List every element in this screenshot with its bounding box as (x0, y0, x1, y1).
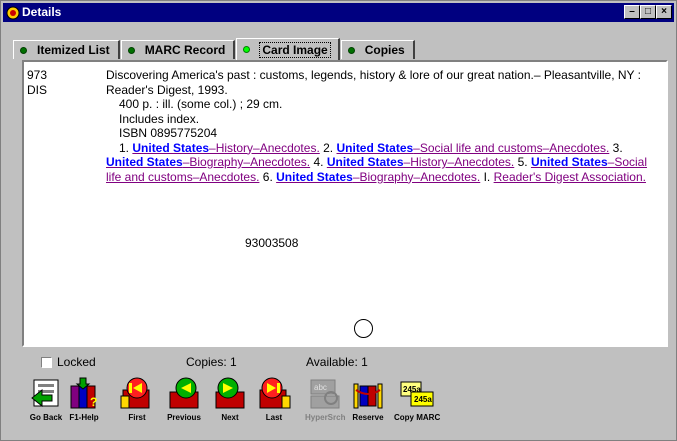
svg-text:245a: 245a (414, 395, 432, 404)
call-number-cutter: DIS (27, 82, 48, 97)
toolbar-label: Next (221, 413, 239, 422)
help-button[interactable]: ? F1-Help (66, 376, 102, 422)
toolbar-label: First (128, 413, 146, 422)
tab-card-image[interactable]: Card Image (236, 38, 340, 60)
subject-link[interactable]: United States–Biography–Anecdotes. (106, 155, 310, 169)
app-icon (6, 6, 20, 19)
last-button[interactable]: Last (256, 376, 292, 422)
tracing-number: I. (483, 169, 491, 184)
go-back-icon (31, 379, 59, 408)
svg-text:abc: abc (314, 383, 327, 392)
tracing-number: 5. (517, 155, 528, 169)
tracings: 1. United States–History–Anecdotes. 2. U… (106, 141, 661, 185)
lccn: 93003508 (245, 236, 299, 250)
reserve-button[interactable]: Reserve (350, 376, 386, 422)
locked-label: Locked (57, 355, 96, 369)
help-books-icon: ? (70, 377, 97, 409)
window-controls: – □ × (624, 5, 672, 19)
reserve-icon (353, 383, 383, 409)
card-body: Discovering America's past : customs, le… (106, 68, 661, 184)
go-back-button[interactable]: Go Back (28, 376, 64, 422)
close-icon[interactable]: × (656, 5, 672, 19)
toolbar-label: F1-Help (69, 413, 99, 422)
toolbar-label: Previous (167, 413, 201, 422)
svg-text:?: ? (90, 395, 97, 409)
tracing-number: 1. (119, 140, 130, 155)
next-button[interactable]: Next (212, 376, 248, 422)
hypersearch-icon: abc (310, 379, 340, 409)
toolbar-label: Go Back (29, 413, 63, 422)
available-count: Available: 1 (306, 355, 368, 369)
tab-status-dot-icon (243, 46, 251, 53)
first-button[interactable]: First (119, 376, 155, 422)
window-title: Details (22, 5, 62, 19)
call-number: 973 DIS (27, 68, 47, 97)
subject-link[interactable]: United States–History–Anecdotes. (327, 155, 514, 169)
tab-label: Copies (364, 43, 405, 57)
first-record-icon (120, 377, 150, 409)
maximize-icon[interactable]: □ (640, 5, 656, 19)
copy-marc-button[interactable]: 245a 245a Copy MARC (394, 376, 440, 422)
tab-marc-record[interactable]: MARC Record (120, 40, 236, 59)
hypersearch-button[interactable]: abc HyperSrch (305, 376, 345, 422)
toolbar-label: Reserve (352, 413, 384, 422)
details-window: Details – □ × Itemized List MARC Record … (0, 0, 677, 441)
copy-marc-icon: 245a 245a (400, 381, 434, 407)
copies-count: Copies: 1 (186, 355, 237, 369)
added-entry-link[interactable]: Reader's Digest Association. (494, 170, 646, 184)
tab-label: MARC Record (144, 43, 226, 57)
tracing-number: 4. (313, 155, 324, 169)
toolbar-label: HyperSrch (305, 413, 346, 422)
previous-record-icon (169, 377, 199, 409)
toolbar-label: Copy MARC (394, 413, 441, 422)
next-record-icon (215, 377, 245, 409)
tab-copies[interactable]: Copies (340, 40, 415, 59)
tracing-number: 2. (323, 140, 334, 155)
tab-status-dot-icon (127, 46, 135, 54)
last-record-icon (259, 377, 291, 409)
subject-link[interactable]: United States–Social life and customs–An… (336, 141, 609, 155)
title-bar[interactable]: Details – □ × (3, 3, 674, 22)
circle-marker-icon (354, 319, 373, 338)
subject-link[interactable]: United States–History–Anecdotes. (132, 141, 319, 155)
previous-button[interactable]: Previous (166, 376, 202, 422)
isbn: ISBN 0895775204 (119, 126, 218, 140)
toolbar-label: Last (265, 413, 283, 422)
tab-strip: Itemized List MARC Record Card Image Cop… (13, 38, 416, 60)
tab-status-dot-icon (20, 46, 27, 54)
tracing-number: 3. (612, 140, 623, 155)
locked-checkbox[interactable] (41, 357, 52, 368)
call-number-class: 973 (27, 68, 48, 82)
tab-label: Itemized List (37, 43, 110, 57)
tab-status-dot-icon (347, 46, 355, 54)
tracing-number: 6. (262, 169, 273, 184)
title-statement: Discovering America's past : customs, le… (106, 68, 641, 97)
note: Includes index. (119, 111, 200, 126)
subject-link[interactable]: United States–Biography–Anecdotes. (276, 170, 480, 184)
card-image-panel: 973 DIS Discovering America's past : cus… (22, 60, 668, 347)
physical-description: 400 p. : ill. (some col.) ; 29 cm. (119, 97, 283, 111)
tab-itemized-list[interactable]: Itemized List (13, 40, 120, 59)
minimize-icon[interactable]: – (624, 5, 640, 19)
tab-label: Card Image (259, 41, 331, 58)
